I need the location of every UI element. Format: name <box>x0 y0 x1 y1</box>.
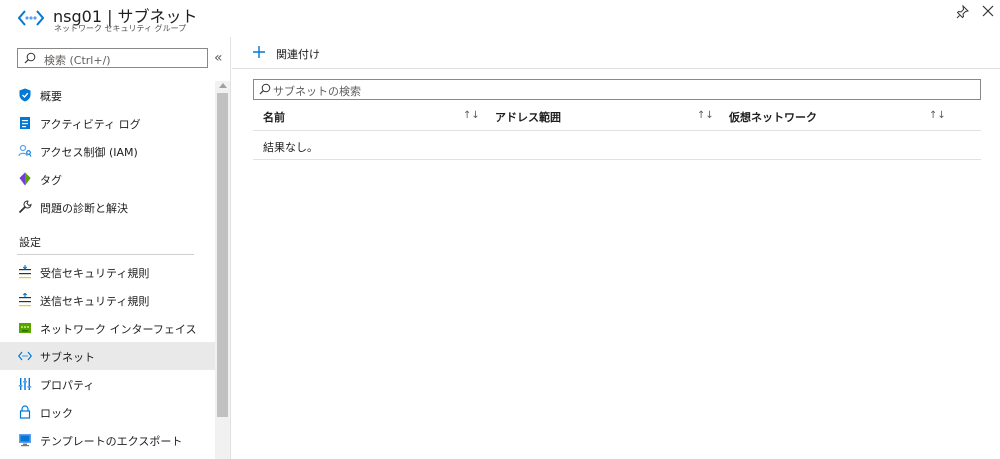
export-template-icon <box>19 434 31 447</box>
sort-icon[interactable]: ↑↓ <box>463 110 480 121</box>
associate-button-label: 関連付け <box>276 48 320 61</box>
table-header: 名前 ↑↓ アドレス範囲 ↑↓ 仮想ネットワーク ↑↓ <box>253 104 981 131</box>
menu-item-label: プロパティ <box>40 379 95 392</box>
wrench-icon <box>18 200 32 214</box>
pin-icon[interactable] <box>956 5 969 19</box>
menu-item-label: アクティビティ ログ <box>40 118 141 131</box>
empty-results-text: 結果なし。 <box>263 141 318 154</box>
menu-item-label: ロック <box>40 407 73 420</box>
network-interface-icon <box>19 323 31 333</box>
sort-icon[interactable]: ↑↓ <box>929 110 946 121</box>
column-header-name[interactable]: 名前 <box>263 109 285 125</box>
activity-log-icon <box>20 117 30 129</box>
menu-item-tags[interactable]: タグ <box>0 165 215 193</box>
menu-scrollbar[interactable] <box>215 81 230 459</box>
plus-icon <box>253 46 265 58</box>
menu-item-label: ネットワーク インターフェイス <box>40 323 197 336</box>
subnet-icon <box>18 351 32 361</box>
properties-icon <box>18 378 32 390</box>
column-header-address-range[interactable]: アドレス範囲 <box>495 109 561 125</box>
close-icon[interactable] <box>982 5 994 17</box>
menu-item-label: 受信セキュリティ規則 <box>40 267 150 280</box>
command-bar: 関連付け <box>232 37 1000 69</box>
main-content: 関連付け サブネットの検索 名前 ↑↓ アドレス範囲 ↑↓ 仮想ネットワーク ↑… <box>232 37 1000 459</box>
section-settings-title: 設定 <box>19 236 41 249</box>
shield-icon <box>19 88 31 102</box>
menu-item-overview[interactable]: 概要 <box>0 81 215 109</box>
iam-icon <box>18 144 32 157</box>
menu-item-subnets[interactable]: サブネット <box>0 342 215 370</box>
menu-item-label: タグ <box>40 174 62 187</box>
outbound-rules-icon <box>19 293 31 307</box>
menu-item-label: 送信セキュリティ規則 <box>40 295 150 308</box>
menu-item-label: 概要 <box>40 90 62 103</box>
section-divider <box>17 254 194 255</box>
menu-search-placeholder: 検索 (Ctrl+/) <box>44 54 111 67</box>
resource-menu: 検索 (Ctrl+/) « 概要 アクティビティ ログ アクセス制御 (IAM)… <box>0 37 231 459</box>
scroll-up-arrow-icon[interactable] <box>219 83 227 88</box>
menu-item-locks[interactable]: ロック <box>0 398 215 426</box>
menu-item-diagnose[interactable]: 問題の診断と解決 <box>0 193 215 221</box>
menu-item-properties[interactable]: プロパティ <box>0 370 215 398</box>
scroll-thumb[interactable] <box>217 93 228 417</box>
menu-item-export-template[interactable]: テンプレートのエクスポート <box>0 426 215 454</box>
table-row: 結果なし。 <box>253 132 981 160</box>
search-icon <box>259 83 271 95</box>
tag-icon <box>19 172 31 186</box>
menu-search-input[interactable]: 検索 (Ctrl+/) <box>17 48 208 68</box>
menu-item-label: 問題の診断と解決 <box>40 202 128 215</box>
menu-item-label: テンプレートのエクスポート <box>40 435 183 448</box>
blade-header: nsg01 | サブネット ネットワーク セキュリティ グループ <box>0 0 1000 37</box>
menu-item-activity-log[interactable]: アクティビティ ログ <box>0 109 215 137</box>
menu-item-network-interfaces[interactable]: ネットワーク インターフェイス <box>0 314 215 342</box>
menu-item-label: アクセス制御 (IAM) <box>40 146 138 159</box>
sort-icon[interactable]: ↑↓ <box>697 110 714 121</box>
subnet-icon <box>18 10 44 26</box>
menu-item-inbound-rules[interactable]: 受信セキュリティ規則 <box>0 258 215 286</box>
subnet-search-placeholder: サブネットの検索 <box>273 85 361 98</box>
lock-icon <box>19 405 31 419</box>
page-subtitle: ネットワーク セキュリティ グループ <box>54 24 187 33</box>
search-icon <box>24 52 36 64</box>
collapse-menu-icon[interactable]: « <box>214 51 226 65</box>
menu-item-label: サブネット <box>40 351 95 364</box>
menu-item-iam[interactable]: アクセス制御 (IAM) <box>0 137 215 165</box>
menu-item-outbound-rules[interactable]: 送信セキュリティ規則 <box>0 286 215 314</box>
column-header-virtual-network[interactable]: 仮想ネットワーク <box>729 109 817 125</box>
subnet-search-input[interactable]: サブネットの検索 <box>253 79 981 100</box>
inbound-rules-icon <box>19 265 31 279</box>
